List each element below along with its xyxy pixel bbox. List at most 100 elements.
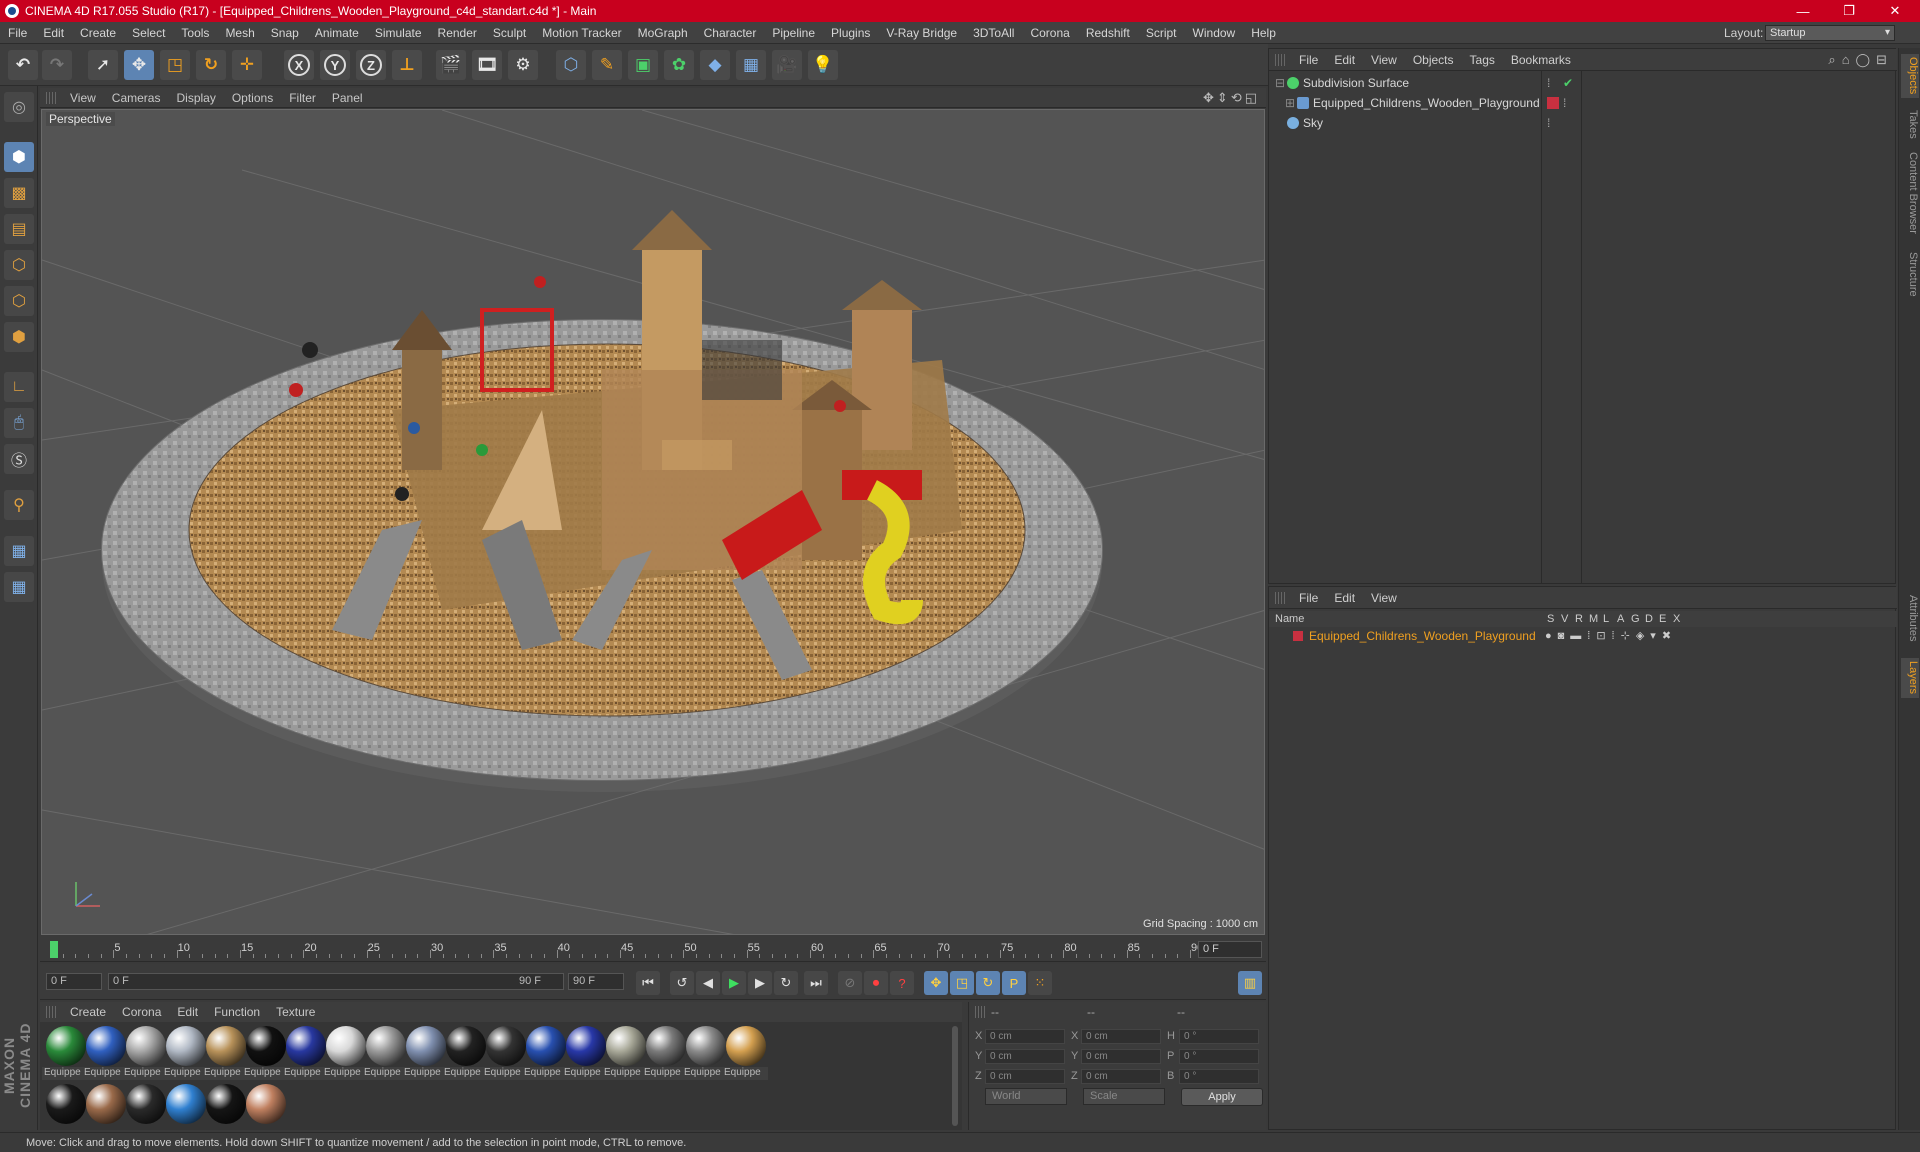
close-button[interactable]: ✕ bbox=[1872, 0, 1918, 22]
move-icon[interactable]: ✥ bbox=[124, 50, 154, 80]
go-to-start-icon[interactable]: ⏮ bbox=[636, 971, 660, 995]
viewport-menu-panel[interactable]: Panel bbox=[324, 91, 371, 105]
side-tab-structure[interactable]: Structure bbox=[1901, 244, 1919, 304]
start-frame-field[interactable]: 0 F bbox=[46, 973, 102, 990]
side-tab-content-browser[interactable]: Content Browser bbox=[1901, 148, 1919, 238]
position-x-field[interactable]: 0 cm bbox=[985, 1029, 1065, 1044]
object-menu-tags[interactable]: Tags bbox=[1462, 53, 1503, 67]
menu-item-corona[interactable]: Corona bbox=[1022, 22, 1077, 44]
point-mode-icon[interactable]: ⬡ bbox=[4, 250, 34, 280]
axis-mode-icon[interactable]: ∟ bbox=[4, 372, 34, 402]
enabled-check-icon[interactable]: ✔ bbox=[1563, 73, 1573, 93]
z-axis-icon[interactable]: Z bbox=[356, 50, 386, 80]
menu-item-snap[interactable]: Snap bbox=[263, 22, 307, 44]
object-menu-edit[interactable]: Edit bbox=[1326, 53, 1363, 67]
viewport-menu-options[interactable]: Options bbox=[224, 91, 281, 105]
object-manager-tools[interactable]: ⌕⌂◯⊟ bbox=[1828, 52, 1893, 68]
world-coords-icon[interactable]: ⊥ bbox=[392, 50, 422, 80]
snap-icon[interactable]: ⚲ bbox=[4, 490, 34, 520]
menu-item-mograph[interactable]: MoGraph bbox=[630, 22, 696, 44]
viewport-menu-cameras[interactable]: Cameras bbox=[104, 91, 169, 105]
material-menu-corona[interactable]: Corona bbox=[114, 1005, 169, 1019]
object-menu-bookmarks[interactable]: Bookmarks bbox=[1503, 53, 1579, 67]
position-y-field[interactable]: 0 cm bbox=[985, 1049, 1065, 1064]
polygon-mode-icon[interactable]: ⬢ bbox=[4, 322, 34, 352]
key-position-icon[interactable]: ✥ bbox=[924, 971, 948, 995]
playhead[interactable] bbox=[50, 941, 58, 958]
size-z-field[interactable]: 0 cm bbox=[1081, 1069, 1161, 1084]
viewport-menu-display[interactable]: Display bbox=[168, 91, 223, 105]
menu-item-3dtoall[interactable]: 3DToAll bbox=[965, 22, 1022, 44]
previous-frame-icon[interactable]: ◀ bbox=[696, 971, 720, 995]
keyframe-help-icon[interactable]: ? bbox=[890, 971, 914, 995]
minimize-button[interactable]: — bbox=[1780, 0, 1826, 22]
visibility-dots-icon[interactable]: ⁞ bbox=[1547, 113, 1550, 133]
workplane-mode-icon[interactable]: ▤ bbox=[4, 214, 34, 244]
layer-menu-view[interactable]: View bbox=[1363, 591, 1405, 605]
end-frame-field[interactable]: 90 F bbox=[568, 973, 624, 990]
layer-menu-edit[interactable]: Edit bbox=[1326, 591, 1363, 605]
side-tab-takes[interactable]: Takes bbox=[1901, 104, 1919, 144]
render-view-icon[interactable]: 🎬 bbox=[436, 50, 466, 80]
select-icon[interactable]: ➚ bbox=[88, 50, 118, 80]
menu-item-animate[interactable]: Animate bbox=[307, 22, 367, 44]
pen-icon[interactable]: ✎ bbox=[592, 50, 622, 80]
object-menu-view[interactable]: View bbox=[1363, 53, 1405, 67]
timeline-window-icon[interactable]: ▥ bbox=[1238, 971, 1262, 995]
visibility-dots-icon[interactable]: ⁞ bbox=[1563, 93, 1566, 113]
camera-icon[interactable]: 🎥 bbox=[772, 50, 802, 80]
menu-item-motion-tracker[interactable]: Motion Tracker bbox=[534, 22, 629, 44]
next-key-icon[interactable]: ↻ bbox=[774, 971, 798, 995]
next-frame-icon[interactable]: ▶ bbox=[748, 971, 772, 995]
render-picture-viewer-icon[interactable]: 🎞 bbox=[472, 50, 502, 80]
menu-item-file[interactable]: File bbox=[0, 22, 35, 44]
menu-item-create[interactable]: Create bbox=[72, 22, 124, 44]
menu-item-window[interactable]: Window bbox=[1185, 22, 1244, 44]
material-menu-create[interactable]: Create bbox=[62, 1005, 114, 1019]
key-scale-icon[interactable]: ◳ bbox=[950, 971, 974, 995]
menu-item-render[interactable]: Render bbox=[430, 22, 485, 44]
rotation-p-field[interactable]: 0 ° bbox=[1179, 1049, 1259, 1064]
frame-range-slider[interactable]: 0 F 90 F bbox=[108, 973, 564, 990]
menu-item-help[interactable]: Help bbox=[1243, 22, 1284, 44]
material-menu-texture[interactable]: Texture bbox=[268, 1005, 323, 1019]
maximize-button[interactable]: ❐ bbox=[1826, 0, 1872, 22]
object-row-subdivision[interactable]: ⊟ Subdivision Surface ⁞ ✔ bbox=[1269, 73, 1897, 93]
object-row-sky[interactable]: Sky ⁞ bbox=[1269, 113, 1897, 133]
key-parameter-icon[interactable]: P bbox=[1002, 971, 1026, 995]
previous-key-icon[interactable]: ↺ bbox=[670, 971, 694, 995]
x-axis-icon[interactable]: X bbox=[284, 50, 314, 80]
timeline[interactable]: 051015202530354045505560657075808590 0 F bbox=[40, 938, 1266, 962]
current-frame-field[interactable]: 0 F bbox=[1198, 941, 1262, 958]
menu-item-v-ray-bridge[interactable]: V-Ray Bridge bbox=[878, 22, 965, 44]
rotation-b-field[interactable]: 0 ° bbox=[1179, 1069, 1259, 1084]
size-y-field[interactable]: 0 cm bbox=[1081, 1049, 1161, 1064]
layout-select[interactable]: Startup bbox=[1765, 25, 1895, 41]
edge-mode-icon[interactable]: ⬡ bbox=[4, 286, 34, 316]
floor-icon[interactable]: ▦ bbox=[736, 50, 766, 80]
object-menu-objects[interactable]: Objects bbox=[1405, 53, 1462, 67]
texture-mode-icon[interactable]: ▩ bbox=[4, 178, 34, 208]
record-keys-icon[interactable]: ⊘ bbox=[838, 971, 862, 995]
play-icon[interactable]: ▶ bbox=[722, 971, 746, 995]
menu-item-edit[interactable]: Edit bbox=[35, 22, 72, 44]
size-mode-select[interactable]: Scale bbox=[1083, 1088, 1165, 1105]
solo-icon[interactable]: Ⓢ bbox=[4, 444, 34, 474]
edit-render-settings-icon[interactable]: ⚙ bbox=[508, 50, 538, 80]
layer-menu-file[interactable]: File bbox=[1291, 591, 1326, 605]
array-icon[interactable]: ✿ bbox=[664, 50, 694, 80]
menu-item-script[interactable]: Script bbox=[1138, 22, 1185, 44]
cube-icon[interactable]: ⬡ bbox=[556, 50, 586, 80]
side-tab-objects[interactable]: Objects bbox=[1901, 54, 1919, 98]
menu-item-select[interactable]: Select bbox=[124, 22, 173, 44]
rotation-h-field[interactable]: 0 ° bbox=[1179, 1029, 1259, 1044]
timeline-ruler[interactable]: 051015202530354045505560657075808590 bbox=[50, 940, 1203, 960]
deformer-icon[interactable]: ◆ bbox=[700, 50, 730, 80]
scale-icon[interactable]: ◳ bbox=[160, 50, 190, 80]
rotate-icon[interactable]: ↻ bbox=[196, 50, 226, 80]
make-editable-icon[interactable]: ◎ bbox=[4, 92, 34, 122]
tweak-mode-icon[interactable]: 🖱 bbox=[4, 408, 34, 438]
size-x-field[interactable]: 0 cm bbox=[1081, 1029, 1161, 1044]
light-icon[interactable]: 💡 bbox=[808, 50, 838, 80]
model-mode-icon[interactable]: ⬢ bbox=[4, 142, 34, 172]
